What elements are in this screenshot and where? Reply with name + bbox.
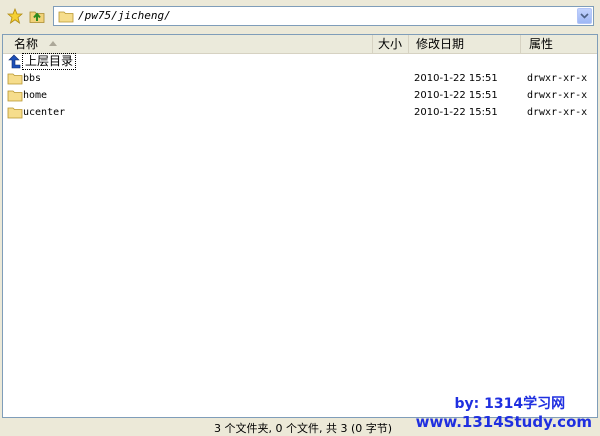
chevron-down-icon — [580, 13, 589, 19]
column-name[interactable]: 名称 — [3, 35, 373, 53]
column-size[interactable]: 大小 — [373, 35, 409, 53]
folder-icon — [7, 73, 23, 85]
column-name-label: 名称 — [14, 37, 39, 51]
column-size-label: 大小 — [378, 37, 403, 51]
favorites-button[interactable] — [5, 6, 25, 26]
column-header: 名称 大小 修改日期 属性 — [3, 35, 597, 54]
folder-up-icon — [29, 11, 45, 23]
parent-directory-label: 上层目录 — [22, 53, 77, 70]
folder-icon — [58, 11, 74, 23]
file-attributes: drwxr-xr-x — [527, 73, 588, 84]
file-name: ucenter — [23, 107, 66, 118]
file-date: 2010-1-22 15:51 — [414, 73, 498, 84]
toolbar: /pw75/jicheng/ — [0, 0, 600, 33]
list-item[interactable]: home 2010-1-22 15:51 drwxr-xr-x — [3, 88, 597, 105]
list-item[interactable]: ucenter 2010-1-22 15:51 drwxr-xr-x — [3, 105, 597, 122]
parent-directory-row[interactable]: 上层目录 — [3, 53, 597, 70]
folder-icon — [7, 107, 23, 119]
up-level-button[interactable] — [27, 6, 47, 26]
file-name: bbs — [23, 73, 42, 84]
column-date[interactable]: 修改日期 — [409, 35, 521, 53]
file-name: home — [23, 90, 48, 101]
column-date-label: 修改日期 — [416, 37, 465, 51]
file-date: 2010-1-22 15:51 — [414, 90, 498, 101]
column-attributes-label: 属性 — [529, 37, 554, 51]
file-attributes: drwxr-xr-x — [527, 107, 588, 118]
file-attributes: drwxr-xr-x — [527, 90, 588, 101]
file-list[interactable]: 名称 大小 修改日期 属性 上层目录 bbs 2010-1-22 15:51 d… — [2, 34, 598, 418]
status-summary: 3 个文件夹, 0 个文件, 共 3 (0 字节) — [214, 422, 393, 435]
folder-icon — [7, 90, 23, 102]
star-icon — [7, 8, 23, 24]
address-bar[interactable]: /pw75/jicheng/ — [53, 6, 594, 26]
sort-ascending-icon — [49, 41, 57, 46]
up-arrow-icon — [8, 54, 21, 69]
file-date: 2010-1-22 15:51 — [414, 107, 498, 118]
column-attributes[interactable]: 属性 — [521, 35, 597, 53]
list-item[interactable]: bbs 2010-1-22 15:51 drwxr-xr-x — [3, 71, 597, 88]
status-bar: 3 个文件夹, 0 个文件, 共 3 (0 字节) — [0, 419, 600, 435]
address-dropdown-button[interactable] — [577, 8, 592, 24]
address-path: /pw75/jicheng/ — [78, 9, 171, 22]
